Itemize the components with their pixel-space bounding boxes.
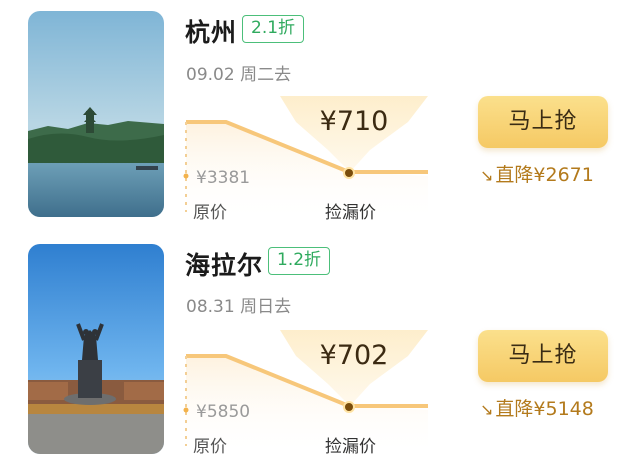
grab-now-button[interactable]: 马上抢 — [478, 330, 608, 382]
price-drop-amount: ↘ 直降¥5148 — [480, 394, 594, 421]
deal-price: ¥710 — [319, 106, 389, 137]
original-price: ¥3381 — [196, 168, 251, 188]
deal-card[interactable]: 海拉尔 1.2折 08.31 周日去 ¥702 ¥5850 原价 捡漏价 马上抢… — [0, 234, 640, 468]
original-price-label: 原价 — [193, 437, 227, 457]
deal-price-label: 捡漏价 — [325, 437, 376, 457]
discount-badge: 1.2折 — [268, 247, 331, 275]
destination-photo[interactable] — [28, 244, 164, 454]
discount-badge: 2.1折 — [242, 15, 305, 43]
deal-price-label: 捡漏价 — [325, 203, 376, 223]
grab-now-button[interactable]: 马上抢 — [478, 96, 608, 148]
deal-price: ¥702 — [319, 340, 389, 371]
destination-photo[interactable] — [28, 11, 164, 217]
city-name: 杭州 — [185, 18, 238, 47]
original-price-label: 原价 — [193, 203, 227, 223]
price-drop-amount: ↘ 直降¥2671 — [480, 160, 594, 187]
travel-date: 08.31 周日去 — [186, 297, 292, 317]
travel-date: 09.02 周二去 — [186, 65, 292, 85]
original-price: ¥5850 — [196, 402, 251, 422]
city-name: 海拉尔 — [185, 251, 264, 280]
down-arrow-icon: ↘ — [480, 400, 494, 419]
deal-card[interactable]: 杭州 2.1折 09.02 周二去 ¥710 ¥3381 原价 捡漏价 马上抢 … — [0, 0, 640, 234]
price-drop-text: 直降¥2671 — [495, 164, 594, 186]
price-drop-text: 直降¥5148 — [495, 398, 594, 420]
down-arrow-icon: ↘ — [480, 166, 494, 185]
